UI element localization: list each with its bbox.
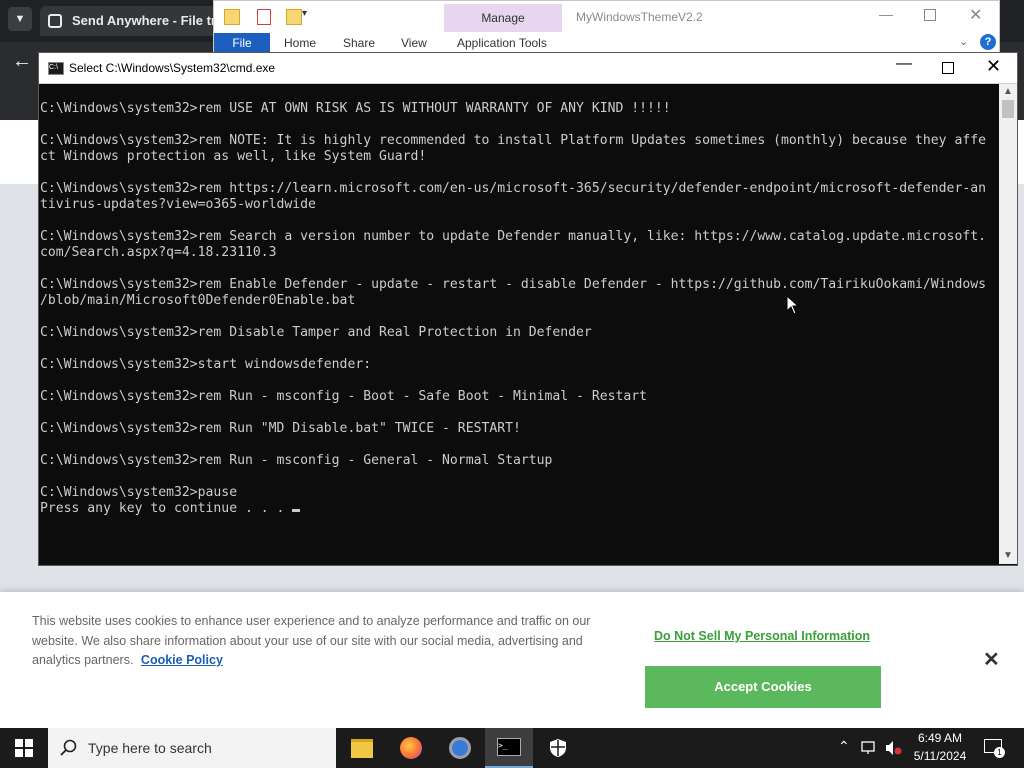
taskbar-firefox[interactable] xyxy=(387,728,435,768)
console-line: Press any key to continue . . . xyxy=(40,501,293,516)
scroll-thumb[interactable] xyxy=(1002,100,1014,118)
close-icon[interactable]: ✕ xyxy=(969,5,982,25)
cmd-close-icon[interactable]: ✕ xyxy=(986,56,1001,77)
tab-share[interactable]: Share xyxy=(343,36,375,50)
tab-home[interactable]: Home xyxy=(284,36,316,50)
cmd-minimize-icon[interactable]: — xyxy=(896,55,912,73)
taskbar-chrome[interactable] xyxy=(436,728,484,768)
shield-icon xyxy=(550,739,566,757)
manage-label: Manage xyxy=(481,11,525,25)
cmd-maximize-icon[interactable] xyxy=(942,62,954,74)
console-line: C:\Windows\system32>rem Search a version… xyxy=(40,229,986,244)
tab-file[interactable]: File xyxy=(214,33,270,53)
taskbar-search-box[interactable]: Type here to search xyxy=(48,728,336,768)
show-hidden-icons[interactable]: ⌃ xyxy=(838,738,850,755)
new-folder-icon[interactable] xyxy=(286,9,302,25)
mouse-cursor-icon xyxy=(786,295,800,315)
cmd-console[interactable]: C:\Windows\system32>rem USE AT OWN RISK … xyxy=(39,84,999,564)
cmd-taskbar-icon: >_ xyxy=(497,738,521,756)
tab-application-tools[interactable]: Application Tools xyxy=(457,36,547,50)
properties-icon[interactable] xyxy=(257,9,271,25)
firefox-icon xyxy=(400,737,422,759)
console-line: C:\Windows\system32>rem Disable Tamper a… xyxy=(40,325,592,340)
taskbar-cmd[interactable]: >_ xyxy=(485,728,533,768)
taskbar-defender[interactable] xyxy=(534,728,582,768)
volume-muted-icon[interactable] xyxy=(884,740,902,756)
cookie-banner: This website uses cookies to enhance use… xyxy=(0,592,1024,728)
console-line: C:\Windows\system32>rem Run "MD Disable.… xyxy=(40,421,521,436)
taskbar: Type here to search >_ ⌃ 6:49 AM 5/11/20… xyxy=(0,728,1024,768)
console-line: C:\Windows\system32>start windowsdefende… xyxy=(40,357,372,372)
explorer-title: MyWindowsThemeV2.2 xyxy=(576,10,703,24)
quick-access-dropdown-icon[interactable]: ▾ xyxy=(302,8,307,19)
cookie-text-block: This website uses cookies to enhance use… xyxy=(32,612,622,671)
chrome-icon xyxy=(449,737,471,759)
maximize-icon[interactable] xyxy=(924,9,936,21)
console-line: com/Search.aspx?q=4.18.23110.3 xyxy=(40,245,277,260)
cookie-close-icon[interactable]: ✕ xyxy=(983,647,1000,672)
console-line: C:\Windows\system32>rem Enable Defender … xyxy=(40,277,986,292)
console-line: C:\Windows\system32>pause xyxy=(40,485,238,500)
console-line: /blob/main/Microsoft0Defender0Enable.bat xyxy=(40,293,356,308)
cookie-policy-link[interactable]: Cookie Policy xyxy=(141,653,223,667)
clock-time[interactable]: 6:49 AM xyxy=(912,731,968,745)
tab-favicon-icon xyxy=(48,14,62,28)
cmd-app-icon: C:\ xyxy=(48,62,64,75)
file-explorer-icon xyxy=(351,738,373,758)
back-arrow-icon[interactable]: ← xyxy=(12,50,32,73)
console-line: ct Windows protection as well, like Syst… xyxy=(40,149,427,164)
accept-cookies-button[interactable]: Accept Cookies xyxy=(645,666,881,708)
start-button[interactable] xyxy=(0,728,48,768)
console-line: tivirus-updates?view=o365-worldwide xyxy=(40,197,316,212)
file-explorer-window: ▾ Manage MyWindowsThemeV2.2 — ✕ File Hom… xyxy=(213,0,1000,54)
help-icon[interactable]: ? xyxy=(980,34,996,50)
scroll-up-icon[interactable]: ▲ xyxy=(1003,86,1013,97)
console-line: C:\Windows\system32>rem https://learn.mi… xyxy=(40,181,986,196)
minimize-icon[interactable]: — xyxy=(879,6,893,22)
console-output: C:\Windows\system32>rem USE AT OWN RISK … xyxy=(40,101,986,517)
tab-search-icon[interactable]: ▼ xyxy=(8,7,32,31)
folder-icon xyxy=(224,9,240,25)
search-icon xyxy=(60,739,77,756)
ribbon-expand-icon[interactable]: ⌄ xyxy=(959,35,968,48)
do-not-sell-link[interactable]: Do Not Sell My Personal Information xyxy=(654,629,870,643)
scroll-down-icon[interactable]: ▼ xyxy=(1003,550,1013,561)
tab-view[interactable]: View xyxy=(401,36,427,50)
notification-count-badge: 1 xyxy=(994,747,1005,758)
console-line: C:\Windows\system32>rem Run - msconfig -… xyxy=(40,453,553,468)
console-cursor xyxy=(292,509,301,512)
manage-contextual-tab: Manage xyxy=(444,4,562,32)
cmd-title-bar[interactable]: C:\ Select C:\Windows\System32\cmd.exe —… xyxy=(39,53,1017,84)
cookie-message: This website uses cookies to enhance use… xyxy=(32,614,591,667)
clock-date[interactable]: 5/11/2024 xyxy=(912,749,968,763)
cmd-title: Select C:\Windows\System32\cmd.exe xyxy=(69,61,276,75)
windows-logo-icon xyxy=(15,739,33,757)
search-placeholder: Type here to search xyxy=(88,740,212,756)
cmd-scrollbar[interactable]: ▲ ▼ xyxy=(999,84,1017,564)
console-line: C:\Windows\system32>rem NOTE: It is high… xyxy=(40,133,986,148)
network-icon[interactable] xyxy=(861,741,879,755)
taskbar-file-explorer[interactable] xyxy=(338,728,386,768)
console-line: C:\Windows\system32>rem USE AT OWN RISK … xyxy=(40,101,671,116)
browser-tab[interactable]: Send Anywhere - File trans xyxy=(40,6,238,36)
console-line: C:\Windows\system32>rem Run - msconfig -… xyxy=(40,389,647,404)
cmd-window[interactable]: C:\ Select C:\Windows\System32\cmd.exe —… xyxy=(38,52,1018,566)
notification-center-icon[interactable]: 1 xyxy=(984,739,1005,758)
